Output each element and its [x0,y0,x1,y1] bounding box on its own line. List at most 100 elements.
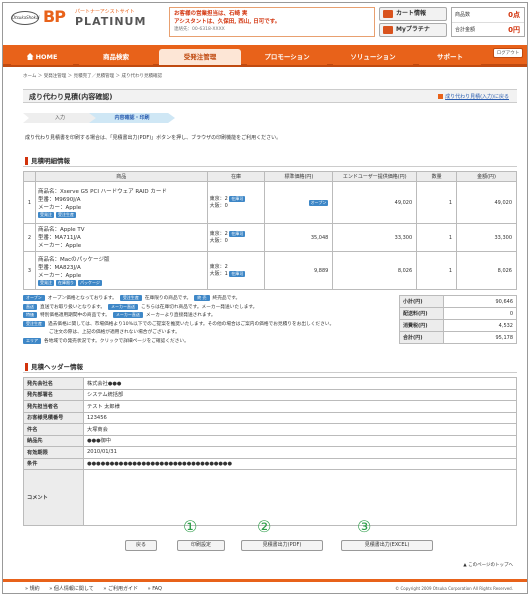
comment-value [83,469,517,526]
product-tags: 受発注 在庫限り パッケージ [37,279,205,286]
callout-1: ① [183,517,198,536]
cart-button[interactable]: カート情報 [379,7,447,21]
page-top-link[interactable]: ▲ このページのトップへ [463,562,513,568]
col-eu-price: エンドユーザー提供価格(円) [332,171,418,182]
stock-tag[interactable]: 在庫可 [229,230,246,237]
myplatinum-button[interactable]: Myプラチナ [379,23,447,37]
site-footer: » 規約 » 個人情報に関して » ご利用ガイド » FAQ © Copyrig… [3,579,527,593]
header-info-table: 発先会社名 株式会社●●● 発先部署名 システム統括部 発先担当者名 テスト 太郎様 … [23,377,517,526]
tax-label: 消費税(円) [399,319,444,332]
summary-total-label: 合計金額 [455,27,476,33]
footer-link-guide[interactable]: » ご利用ガイド [103,586,138,592]
product-maker: メーカー：Apple [37,242,82,249]
copyright: © Copyright 2009 Otsuka Corporation All … [395,586,513,591]
legend-text: 各地域での発売状況です。クリックで詳細ページをご確認ください。 [44,338,189,344]
bp-logo[interactable]: BP [43,7,66,26]
product-model: 型番：MA711J/A [37,234,81,241]
print-settings-button[interactable]: 印刷設定 [177,540,225,551]
tab-support[interactable]: サポート [419,49,481,65]
legend-tag: メーカー直送 [108,303,139,310]
legend-item: オープン オープン価格となっております。 受注生産 在庫限りの商品です。終 売終売品で… [23,295,393,304]
amount-cell: 49,020 [456,181,517,224]
col-stock: 在庫 [206,171,266,182]
stock-cell: 東京：2 大阪：1 在庫可 [206,251,266,290]
totals-row: 消費税(円) 4,532 [399,319,517,332]
stock-osaka: 大阪：1 在庫可 [210,270,263,278]
product-name[interactable]: 商品名：Xserve G5 PCI ハードウェア RAID カード [38,188,205,196]
action-buttons: 戻る 印刷設定 見積書出力(PDF) 見積書出力(EXCEL) [23,540,517,554]
tab-order-management[interactable]: 受発注管理 [159,49,241,65]
amount-cell: 8,026 [456,251,517,290]
footer-link-terms[interactable]: » 規約 [25,586,40,592]
col-qty: 数量 [416,171,458,182]
tab-promotion[interactable]: プロモーション [247,49,327,65]
tag-legend: オープン オープン価格となっております。 受注生産 在庫限りの商品です。終 売終売品で… [23,295,393,346]
footer-links: » 規約 » 個人情報に関して » ご利用ガイド » FAQ [25,585,170,592]
logout-button[interactable]: ログアウト [493,48,523,58]
tab-product-search[interactable]: 商品検索 [79,49,153,65]
product-cell: 商品名：Xserve G5 PCI ハードウェア RAID カード 型番：M96… [34,181,208,224]
info-row: 件名 大塚商会 [23,423,517,436]
breadcrumb[interactable]: ホーム ＞ 受発注管理 ＞ 見積完了／見積管理 ＞ 成り代わり見積確認 [23,73,162,79]
info-value: ●●●●●●●●●●●●●●●●●●●●●●●●●●●●●●●● [83,457,517,470]
legend-item: エリア 各地域での発売状況です。クリックで詳細ページをご確認ください。 [23,337,393,347]
main-nav: HOME 商品検索 受発注管理 プロモーション ソリューション サポート ログア… [3,45,527,67]
tab-home[interactable]: HOME [11,49,73,65]
info-label: 条件 [23,457,84,470]
sales-contact-notice: お客様の営業担当は、石崎 実 アシスタントは、久保田, 西山, 日可です。 連絡… [169,7,375,37]
legend-item: 特価 特別価格適用期間中の商品です。 メーカー直送 メーカーより直接発送されます。 [23,312,393,321]
product-tags: 受発注 受注生産 [37,211,205,218]
std-price-cell: オープン [264,181,334,224]
excel-output-button[interactable]: 見積書出力(EXCEL) [341,540,433,551]
subtotal-value: 90,646 [443,295,517,308]
std-price-cell: 35,048 [264,223,334,252]
info-row: 有効期限 2010/01/31 [23,446,517,459]
pdf-output-button[interactable]: 見積書出力(PDF) [241,540,323,551]
legend-item: 直送 直送でお取り扱いとなります。 メーカー直送 こちらは在庫切れ商品です。メーカー発… [23,303,393,313]
stock-cell: 東京：2 在庫可 大阪：0 [206,181,266,224]
summary-total-row: 合計金額 0円 [452,23,524,38]
back-button[interactable]: 戻る [125,540,157,551]
stock-tag[interactable]: 在庫可 [229,270,246,277]
eu-price-cell: 8,026 [332,251,418,290]
stock-osaka: 大阪：0 [209,202,228,209]
tab-solution[interactable]: ソリューション [333,49,413,65]
legend-text: 在庫限りの商品です。 [144,296,192,301]
shipping-value: 0 [443,307,517,320]
product-name[interactable]: 商品名：Macのパッケージ版 [38,256,205,264]
product-tag: 在庫限り [55,279,76,286]
stock-tag[interactable]: 在庫可 [229,195,246,202]
info-row: 発先担当者名 テスト 太郎様 [23,400,517,413]
site-header: OtsukaShokai BP パートナーアシストサイト PLATINUM お客… [3,3,527,45]
totals-table: 小計(円) 90,646 配送料(円) 0 消費税(円) 4,532 合計(円) 95,… [399,295,517,344]
cart-summary: 商品数 0点 合計金額 0円 [451,7,525,37]
footer-link-privacy[interactable]: » 個人情報に関して [49,586,94,592]
back-to-input-link[interactable]: 成り代わり見積(入力)に戻る [438,93,509,100]
stock-tokyo: 東京：2 在庫可 [210,195,263,203]
step-confirm-print: 内容確認・印刷 [89,113,175,123]
cart-icon [383,10,393,18]
product-name[interactable]: 商品名：Apple TV [38,226,205,234]
info-row: 発先部署名 システム統括部 [23,388,517,401]
stock-cell: 東京：2 在庫可 大阪：0 [206,223,266,252]
row-no: 3 [23,251,36,290]
legend-tag: エリア [23,337,41,344]
page-title-bar: 成り代わり見積(内容確認) 成り代わり見積(入力)に戻る [23,89,517,103]
eu-price-cell: 33,300 [332,223,418,252]
info-value: ●●●御中 [83,434,517,447]
myplatinum-label: Myプラチナ [396,26,430,33]
info-label: コメント [23,469,84,526]
product-model: 型番：MA823J/A [37,264,81,271]
page-frame: OtsukaShokai BP パートナーアシストサイト PLATINUM お客… [2,2,528,594]
info-value: 大塚商会 [83,423,517,436]
print-instruction: 成り代わり見積書を印刷する場合は、「見積書出力(PDF)」ボタンを押し、ブラウザ… [25,135,282,141]
info-label: お客様見積番号 [23,411,84,424]
totals-row: 配送料(円) 0 [399,307,517,320]
subtotal-label: 小計(円) [399,295,444,308]
product-cell: 商品名：Apple TV 型番：MA711J/A メーカー：Apple [34,223,208,252]
legend-text: 過去価格に関しては、市場価格より10%以下でのご提案を推奨いたします。その他の場… [48,321,335,327]
logo-subtitle: パートナーアシストサイト [75,9,135,15]
otsuka-logo[interactable]: OtsukaShokai [11,11,40,25]
info-label: 発先部署名 [23,388,84,401]
footer-link-faq[interactable]: » FAQ [148,586,162,592]
